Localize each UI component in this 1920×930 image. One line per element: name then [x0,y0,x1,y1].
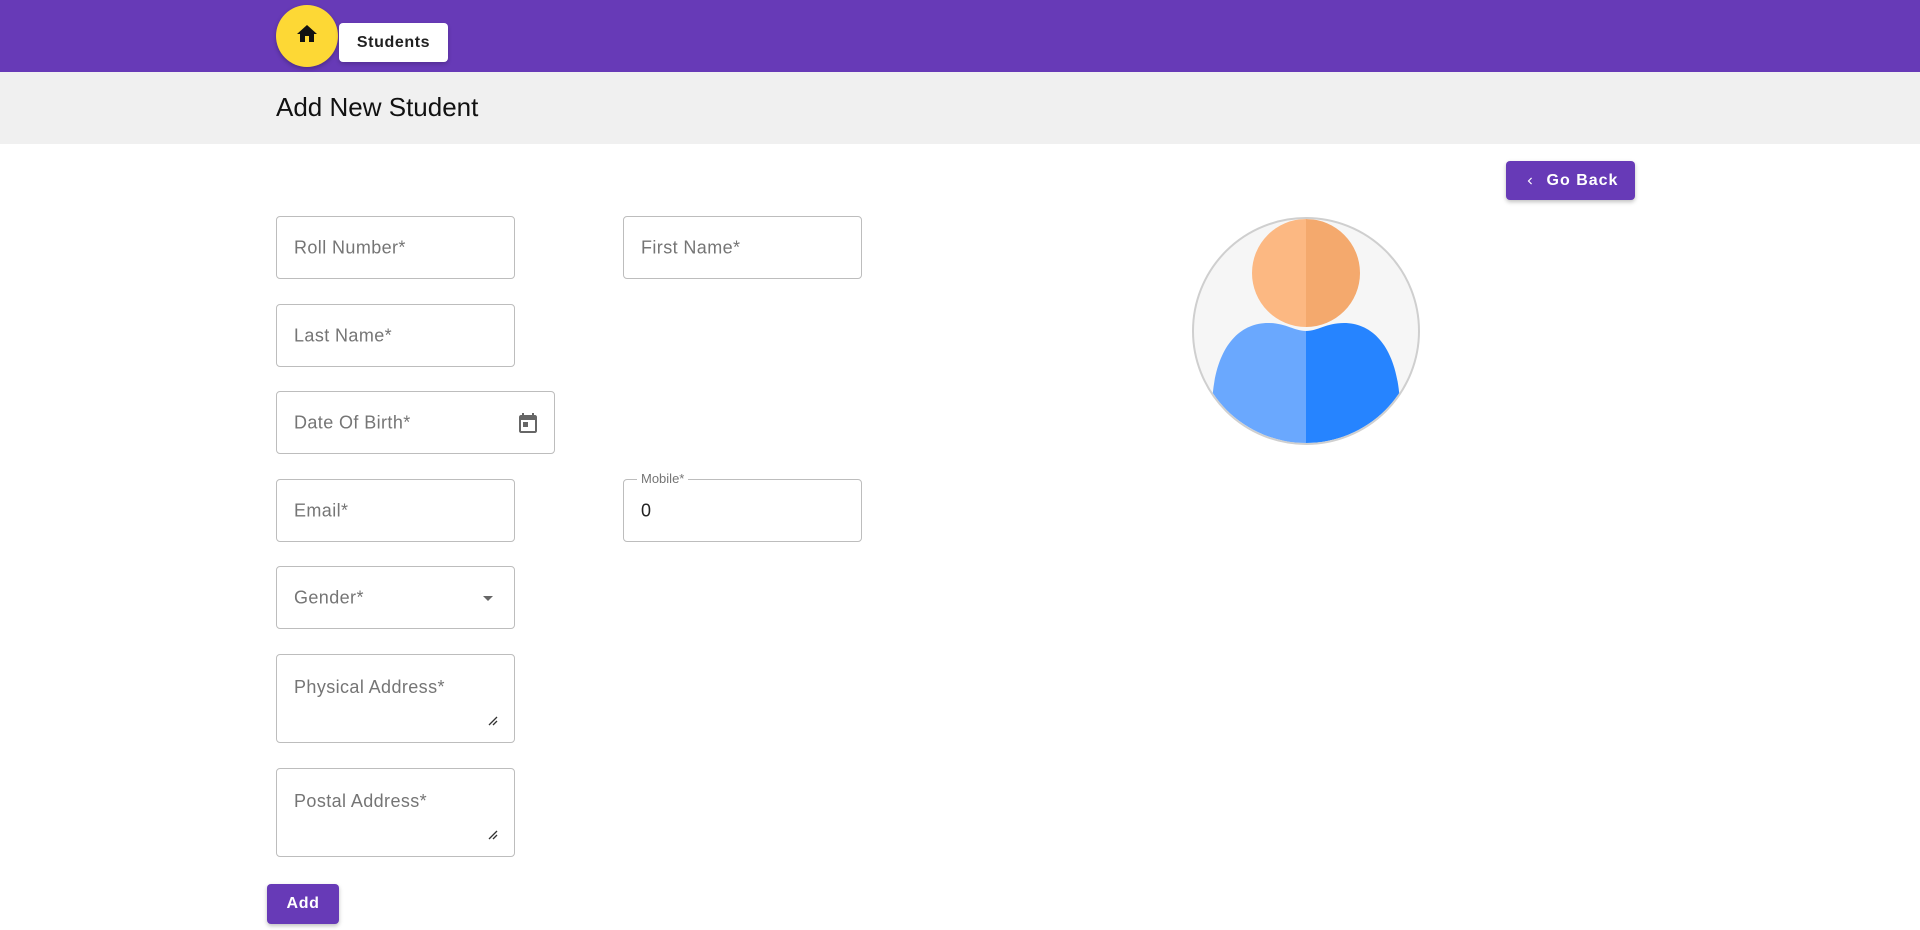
home-button[interactable] [276,5,338,67]
chevron-left-icon [1523,174,1537,188]
physical-address-field[interactable]: Physical Address* [276,654,515,743]
avatar [1192,217,1420,445]
mobile-value: 0 [641,500,652,520]
students-button[interactable]: Students [339,23,448,62]
add-button[interactable]: Add [267,884,339,924]
dropdown-arrow-icon [476,586,500,610]
email-field[interactable]: Email* [276,479,515,542]
last-name-field[interactable]: Last Name* [276,304,515,367]
last-name-placeholder: Last Name* [294,325,393,345]
date-of-birth-field[interactable]: Date Of Birth* [276,391,555,454]
go-back-label: Go Back [1546,171,1619,189]
gender-placeholder: Gender* [294,587,364,607]
roll-number-field[interactable]: Roll Number* [276,216,515,279]
mobile-label: Mobile* [637,471,689,486]
postal-address-field[interactable]: Postal Address* [276,768,515,857]
physical-address-placeholder: Physical Address* [294,677,445,697]
first-name-field[interactable]: First Name* [623,216,862,279]
go-back-button[interactable]: Go Back [1506,161,1635,200]
resize-handle-icon[interactable] [488,716,498,726]
page-title: Add New Student [276,92,479,122]
calendar-icon[interactable] [516,411,540,435]
home-icon [295,22,319,51]
first-name-placeholder: First Name* [641,237,741,257]
email-placeholder: Email* [294,500,349,520]
gender-select[interactable]: Gender* [276,566,515,629]
date-of-birth-placeholder: Date Of Birth* [294,412,411,432]
roll-number-placeholder: Roll Number* [294,237,406,257]
postal-address-placeholder: Postal Address* [294,791,428,811]
user-avatar-icon [1212,219,1400,443]
mobile-field[interactable]: Mobile* 0 [623,471,862,542]
resize-handle-icon[interactable] [488,830,498,840]
